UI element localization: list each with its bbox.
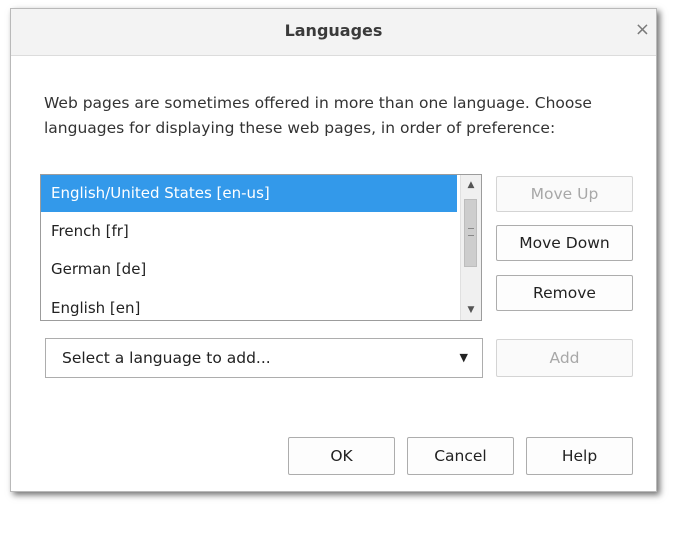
languages-dialog: Languages × Web pages are sometimes offe… [10,8,657,492]
language-list[interactable]: English/United States [en-us] French [fr… [40,174,482,321]
list-item[interactable]: English/United States [en-us] [41,175,457,212]
list-scrollbar[interactable]: ▲ ▼ [460,175,481,320]
dialog-title: Languages [284,21,383,40]
add-language-select[interactable]: Select a language to add... ▼ [45,338,483,378]
chevron-down-icon: ▼ [459,351,468,364]
remove-button[interactable]: Remove [496,275,633,311]
move-up-button[interactable]: Move Up [496,176,633,212]
description-text: Web pages are sometimes offered in more … [44,94,592,137]
close-icon[interactable]: × [635,19,650,40]
scroll-up-icon[interactable]: ▲ [461,175,481,195]
grip-icon [468,228,474,236]
scroll-down-icon[interactable]: ▼ [461,300,481,320]
ok-button[interactable]: OK [288,437,395,475]
add-button[interactable]: Add [496,339,633,377]
list-item[interactable]: German [de] [41,251,457,288]
add-language-placeholder: Select a language to add... [62,349,271,367]
move-down-button[interactable]: Move Down [496,225,633,261]
help-button[interactable]: Help [526,437,633,475]
scroll-thumb[interactable] [464,199,477,267]
list-item[interactable]: English [en] [41,290,457,320]
cancel-button[interactable]: Cancel [407,437,514,475]
title-bar: Languages × [11,9,656,56]
list-item[interactable]: French [fr] [41,213,457,250]
